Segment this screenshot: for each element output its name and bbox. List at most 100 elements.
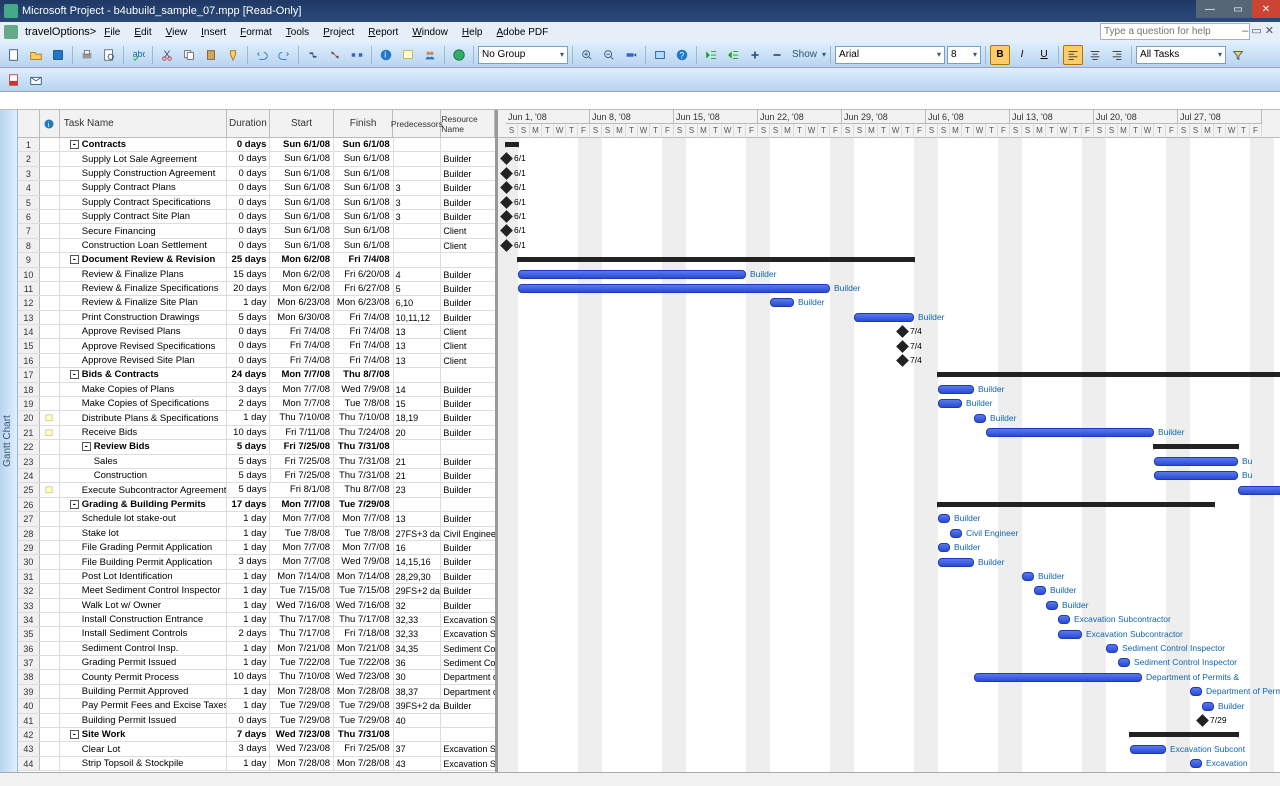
- table-row[interactable]: 31Post Lot Identification1 dayMon 7/14/0…: [18, 570, 495, 584]
- resource-cell[interactable]: Builder: [441, 210, 495, 223]
- resource-cell[interactable]: Builder: [441, 397, 495, 410]
- milestone-marker[interactable]: [896, 340, 909, 353]
- start-cell[interactable]: Wed 7/23/08: [270, 742, 334, 755]
- task-bar[interactable]: [1154, 471, 1238, 480]
- task-bar[interactable]: [1130, 745, 1166, 754]
- task-name-cell[interactable]: Clear Lot: [60, 742, 227, 755]
- table-row[interactable]: 4Supply Contract Plans0 daysSun 6/1/08Su…: [18, 181, 495, 195]
- row-number[interactable]: 16: [18, 354, 40, 367]
- resource-cell[interactable]: Department of P: [441, 670, 495, 683]
- finish-cell[interactable]: Fri 7/4/08: [334, 339, 394, 352]
- start-cell[interactable]: Fri 7/4/08: [270, 354, 334, 367]
- pdf-convert-icon[interactable]: [4, 70, 24, 90]
- finish-cell[interactable]: Sun 6/1/08: [334, 167, 394, 180]
- predecessors-cell[interactable]: 18,19: [394, 411, 442, 424]
- predecessors-cell[interactable]: 27FS+3 days: [394, 527, 442, 540]
- task-name-cell[interactable]: Distribute Plans & Specifications: [60, 411, 227, 424]
- start-cell[interactable]: Sun 6/1/08: [270, 152, 334, 165]
- start-cell[interactable]: Mon 7/21/08: [270, 642, 334, 655]
- predecessors-cell[interactable]: [394, 167, 442, 180]
- copy-icon[interactable]: [179, 45, 199, 65]
- row-number[interactable]: 25: [18, 483, 40, 496]
- duration-cell[interactable]: 7 days: [227, 728, 271, 741]
- duration-cell[interactable]: 1 day: [227, 599, 271, 612]
- task-bar[interactable]: [938, 385, 974, 394]
- duration-cell[interactable]: 10 days: [227, 426, 271, 439]
- predecessors-cell[interactable]: 21: [394, 455, 442, 468]
- resource-cell[interactable]: Builder: [441, 181, 495, 194]
- resource-cell[interactable]: Client: [441, 239, 495, 252]
- table-row[interactable]: 2Supply Lot Sale Agreement0 daysSun 6/1/…: [18, 152, 495, 166]
- start-cell[interactable]: Fri 7/11/08: [270, 426, 334, 439]
- font-select[interactable]: Arial▾: [835, 46, 945, 64]
- task-name-cell[interactable]: Approve Revised Site Plan: [60, 354, 227, 367]
- finish-cell[interactable]: Fri 7/18/08: [334, 627, 394, 640]
- task-name-cell[interactable]: Schedule lot stake-out: [60, 512, 227, 525]
- start-cell[interactable]: Tue 7/29/08: [270, 699, 334, 712]
- resource-cell[interactable]: Builder: [441, 455, 495, 468]
- resource-cell[interactable]: Sediment Control: [441, 642, 495, 655]
- resource-cell[interactable]: Builder: [441, 196, 495, 209]
- row-number[interactable]: 40: [18, 699, 40, 712]
- table-row[interactable]: 11Review & Finalize Specifications20 day…: [18, 282, 495, 296]
- task-name-cell[interactable]: Construction: [60, 469, 227, 482]
- row-number[interactable]: 24: [18, 469, 40, 482]
- finish-cell[interactable]: Fri 6/27/08: [334, 282, 394, 295]
- predecessors-cell[interactable]: [394, 440, 442, 453]
- finish-cell[interactable]: Fri 7/4/08: [334, 253, 394, 266]
- task-info-icon[interactable]: i: [376, 45, 396, 65]
- row-number[interactable]: 2: [18, 152, 40, 165]
- finish-cell[interactable]: Thu 7/24/08: [334, 426, 394, 439]
- finish-cell[interactable]: Thu 7/31/08: [334, 728, 394, 741]
- predecessors-cell[interactable]: 6,10: [394, 296, 442, 309]
- row-number[interactable]: 26: [18, 498, 40, 511]
- finish-cell[interactable]: Tue 7/22/08: [334, 656, 394, 669]
- task-bar[interactable]: [1190, 759, 1202, 768]
- row-number[interactable]: 6: [18, 210, 40, 223]
- predecessors-cell[interactable]: 40: [394, 714, 442, 727]
- predecessors-cell[interactable]: 14,15,16: [394, 555, 442, 568]
- finish-cell[interactable]: Tue 7/29/08: [334, 498, 394, 511]
- col-resource[interactable]: Resource Name: [441, 110, 495, 137]
- predecessors-cell[interactable]: [394, 152, 442, 165]
- start-cell[interactable]: Mon 7/7/08: [270, 368, 334, 381]
- finish-cell[interactable]: Sun 6/1/08: [334, 196, 394, 209]
- duration-cell[interactable]: 1 day: [227, 642, 271, 655]
- task-name-cell[interactable]: County Permit Process: [60, 670, 227, 683]
- duration-cell[interactable]: 10 days: [227, 670, 271, 683]
- resource-cell[interactable]: Builder: [441, 383, 495, 396]
- predecessors-cell[interactable]: 10,11,12: [394, 311, 442, 324]
- predecessors-cell[interactable]: [394, 224, 442, 237]
- start-cell[interactable]: Thu 7/17/08: [270, 627, 334, 640]
- milestone-marker[interactable]: [1196, 714, 1209, 727]
- start-cell[interactable]: Thu 7/10/08: [270, 411, 334, 424]
- start-cell[interactable]: Mon 7/7/08: [270, 541, 334, 554]
- task-bar[interactable]: [1154, 457, 1238, 466]
- col-finish[interactable]: Finish: [334, 110, 394, 137]
- resource-cell[interactable]: Builder: [441, 268, 495, 281]
- start-cell[interactable]: Sun 6/1/08: [270, 181, 334, 194]
- predecessors-cell[interactable]: 32,33: [394, 613, 442, 626]
- task-bar[interactable]: [938, 543, 950, 552]
- row-number[interactable]: 13: [18, 311, 40, 324]
- resource-cell[interactable]: Builder: [441, 311, 495, 324]
- predecessors-cell[interactable]: [394, 253, 442, 266]
- duration-cell[interactable]: 0 days: [227, 152, 271, 165]
- start-cell[interactable]: Sun 6/1/08: [270, 196, 334, 209]
- duration-cell[interactable]: 3 days: [227, 742, 271, 755]
- start-cell[interactable]: Mon 7/7/08: [270, 512, 334, 525]
- resource-cell[interactable]: Builder: [441, 584, 495, 597]
- finish-cell[interactable]: Thu 7/17/08: [334, 613, 394, 626]
- resource-cell[interactable]: Client: [441, 325, 495, 338]
- task-name-cell[interactable]: Building Permit Issued: [60, 714, 227, 727]
- unlink-tasks-icon[interactable]: [325, 45, 345, 65]
- task-name-cell[interactable]: Print Construction Drawings: [60, 311, 227, 324]
- align-center-icon[interactable]: [1085, 45, 1105, 65]
- start-cell[interactable]: Fri 7/25/08: [270, 440, 334, 453]
- task-bar[interactable]: [854, 313, 914, 322]
- resource-cell[interactable]: Excavation Subc: [441, 757, 495, 770]
- resource-cell[interactable]: Builder: [441, 483, 495, 496]
- minimize-button[interactable]: ―: [1196, 0, 1224, 18]
- row-number[interactable]: 17: [18, 368, 40, 381]
- menu-view[interactable]: View: [160, 25, 194, 40]
